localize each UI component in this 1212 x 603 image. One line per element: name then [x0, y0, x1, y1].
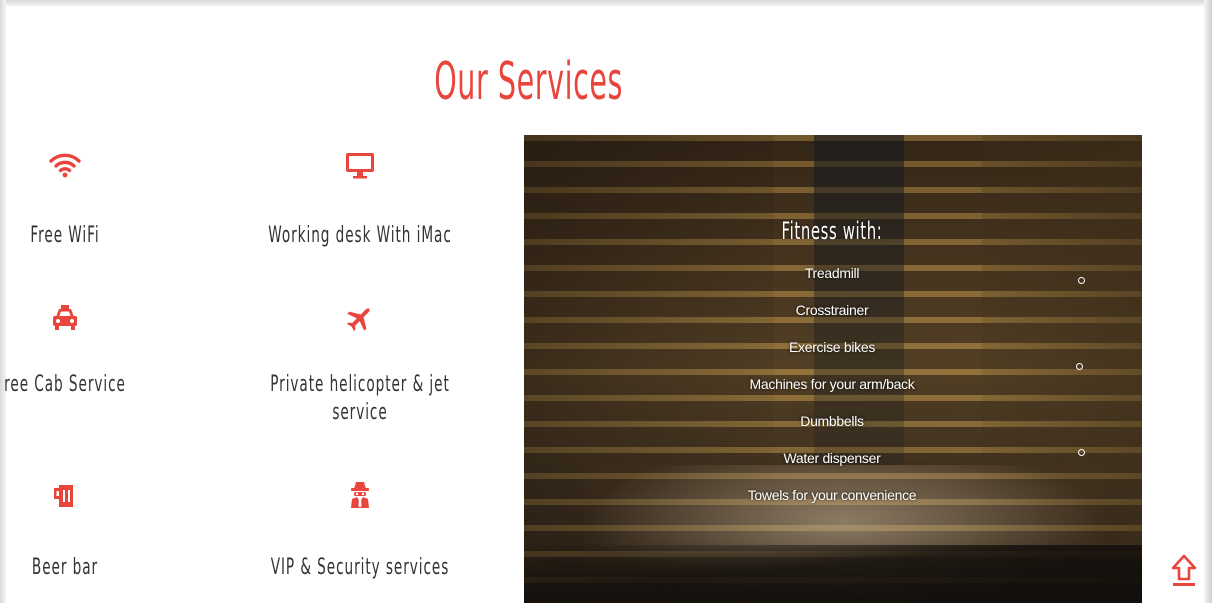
service-cab: ree Cab Service	[0, 303, 215, 399]
taxi-icon	[53, 305, 77, 330]
plane-icon	[346, 308, 370, 332]
fitness-item: Dumbbells	[800, 413, 864, 429]
fitness-list: Treadmill Crosstrainer Exercise bikes Ma…	[699, 263, 965, 522]
carousel-dot[interactable]	[1078, 449, 1085, 456]
window-edge-top	[0, 0, 1212, 6]
service-free-wifi: Free WiFi	[0, 150, 215, 250]
services-section: Our Services Free WiFi Working desk With…	[0, 0, 1212, 603]
service-label: Private helicopter & jet	[270, 372, 450, 397]
service-label: Working desk With iMac	[268, 223, 452, 248]
fitness-item: Towels for your convenience	[747, 487, 917, 503]
service-label: ree Cab Service	[4, 372, 126, 397]
beer-mug-icon	[54, 485, 73, 507]
section-title: Our Services	[434, 51, 623, 112]
carousel-dot[interactable]	[1078, 277, 1085, 284]
service-beer-bar: Beer bar	[0, 480, 215, 582]
fitness-title: Fitness with:	[781, 217, 883, 245]
fitness-item: Machines for your arm/back	[749, 376, 915, 392]
spy-icon	[351, 482, 369, 508]
photo-railing	[524, 545, 1142, 603]
wifi-icon	[49, 153, 81, 178]
fitness-item: Water dispenser	[783, 450, 881, 466]
service-label: VIP & Security services	[270, 555, 450, 580]
service-helicopter-jet: Private helicopter & jet service	[210, 303, 510, 427]
service-label: Free WiFi	[30, 223, 100, 248]
carousel-dot[interactable]	[1076, 363, 1083, 370]
service-label-line2: service	[332, 400, 388, 425]
window-edge-right	[1204, 0, 1212, 603]
fitness-item: Treadmill	[804, 265, 860, 281]
fitness-item: Crosstrainer	[795, 302, 869, 318]
arrow-up-icon[interactable]	[1170, 553, 1198, 589]
service-label: Beer bar	[31, 555, 99, 580]
desktop-monitor-icon	[346, 153, 374, 179]
fitness-item: Exercise bikes	[788, 339, 876, 355]
hotel-atrium-photo: Fitness with: Treadmill Crosstrainer Exe…	[524, 135, 1142, 603]
fitness-overlay: Fitness with: Treadmill Crosstrainer Exe…	[699, 217, 965, 522]
service-vip-security: VIP & Security services	[210, 480, 510, 582]
service-working-desk: Working desk With iMac	[210, 150, 510, 250]
